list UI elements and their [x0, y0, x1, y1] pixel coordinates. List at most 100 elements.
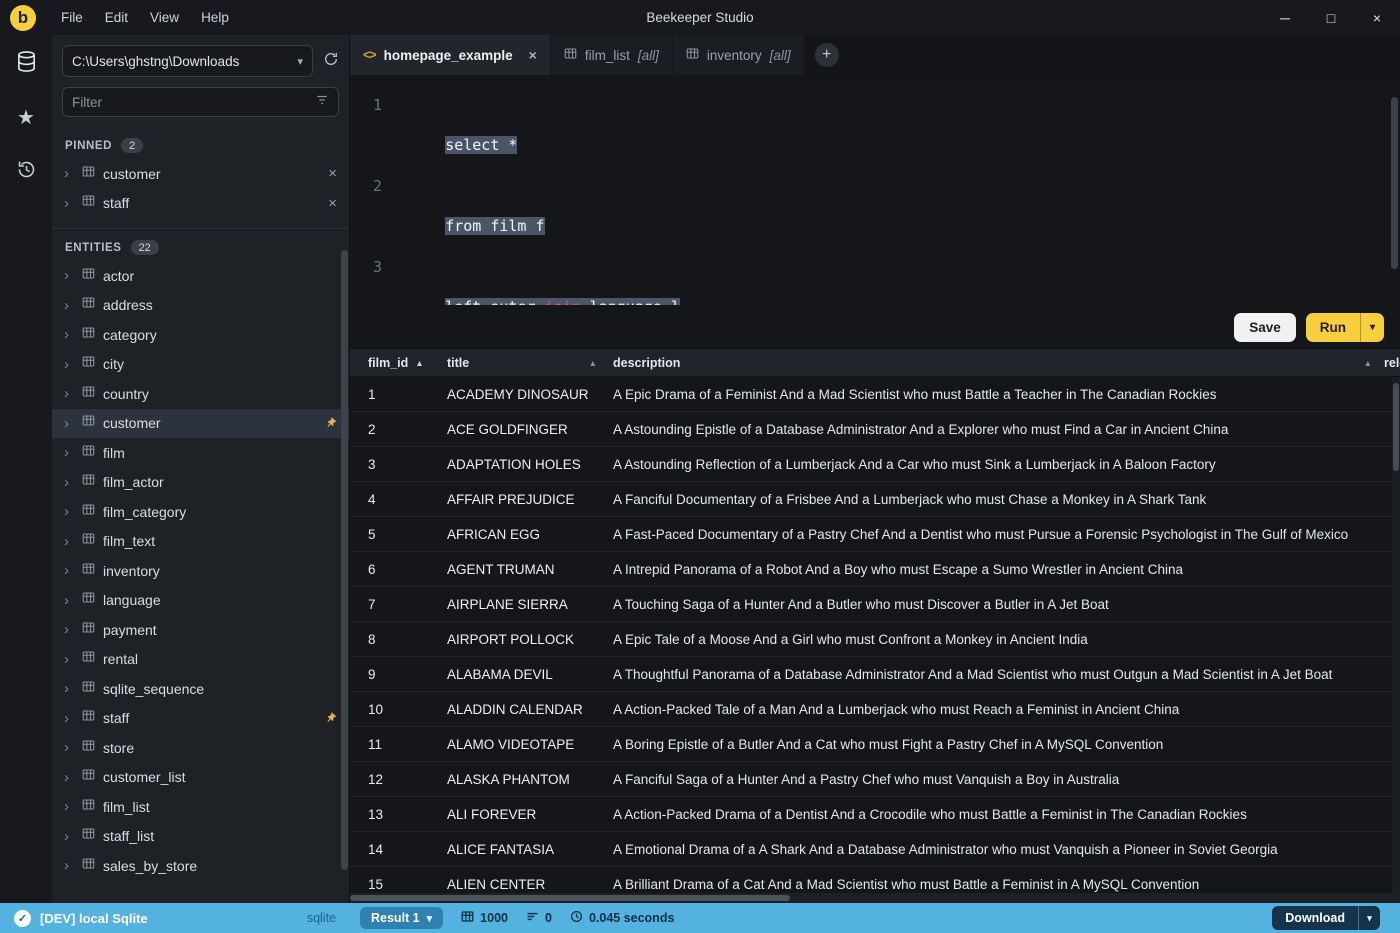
sidebar-item-city[interactable]: › city	[52, 350, 349, 380]
cell-description[interactable]: A Action-Packed Tale of a Man And a Lumb…	[613, 702, 1400, 717]
new-tab-button[interactable]: +	[814, 43, 839, 67]
cell-film-id[interactable]: 11	[350, 737, 447, 752]
sidebar-item-film_text[interactable]: › film_text	[52, 527, 349, 557]
connection-status[interactable]: ✓ [DEV] local Sqlite sqlite	[0, 903, 350, 933]
cell-title[interactable]: AGENT TRUMAN	[447, 562, 613, 577]
pinned-item-staff[interactable]: › staff ×	[52, 189, 349, 219]
table-filter-input[interactable]	[72, 94, 309, 110]
chevron-right-icon[interactable]: ›	[64, 166, 74, 181]
chevron-right-icon[interactable]: ›	[64, 386, 74, 401]
download-label[interactable]: Download	[1272, 906, 1358, 930]
table-row-8[interactable]: 8 AIRPORT POLLOCK A Epic Tale of a Moose…	[350, 622, 1400, 657]
cell-title[interactable]: ALABAMA DEVIL	[447, 667, 613, 682]
sidebar-item-staff[interactable]: › staff	[52, 704, 349, 734]
cell-film-id[interactable]: 9	[350, 667, 447, 682]
chevron-right-icon[interactable]: ›	[64, 858, 74, 873]
sidebar-item-actor[interactable]: › actor	[52, 261, 349, 291]
sidebar-item-sqlite_sequence[interactable]: › sqlite_sequence	[52, 674, 349, 704]
chevron-right-icon[interactable]: ›	[64, 711, 74, 726]
chevron-right-icon[interactable]: ›	[64, 416, 74, 431]
tab-inventory[interactable]: inventory [all]	[672, 35, 804, 75]
cell-title[interactable]: ALI FOREVER	[447, 807, 613, 822]
table-row-11[interactable]: 11 ALAMO VIDEOTAPE A Boring Epistle of a…	[350, 727, 1400, 762]
cell-title[interactable]: AIRPORT POLLOCK	[447, 632, 613, 647]
sidebar-item-country[interactable]: › country	[52, 379, 349, 409]
cell-title[interactable]: AFRICAN EGG	[447, 527, 613, 542]
menu-view[interactable]: View	[141, 6, 188, 29]
chevron-right-icon[interactable]: ›	[64, 475, 74, 490]
sql-editor[interactable]: 1 select * 2 from film f 3 left outer jo…	[350, 75, 1400, 305]
tab-homepage_example[interactable]: <> homepage_example ×	[350, 35, 550, 75]
unpin-icon[interactable]: ×	[328, 195, 337, 212]
close-window-button[interactable]: ×	[1354, 0, 1400, 35]
result-tab-selector[interactable]: Result 1 ▾	[360, 907, 444, 929]
cell-description[interactable]: A Boring Epistle of a Butler And a Cat w…	[613, 737, 1400, 752]
results-vertical-scrollbar[interactable]	[1392, 377, 1400, 893]
cell-title[interactable]: ACADEMY DINOSAUR	[447, 387, 613, 402]
sidebar-item-film_actor[interactable]: › film_actor	[52, 468, 349, 498]
column-header-film-id[interactable]: film_id ▲	[350, 356, 447, 370]
download-button[interactable]: Download ▾	[1272, 906, 1380, 930]
cell-description[interactable]: A Brilliant Drama of a Cat And a Mad Sci…	[613, 877, 1400, 892]
menu-help[interactable]: Help	[192, 6, 238, 29]
table-row-4[interactable]: 4 AFFAIR PREJUDICE A Fanciful Documentar…	[350, 482, 1400, 517]
cell-title[interactable]: AFFAIR PREJUDICE	[447, 492, 613, 507]
chevron-right-icon[interactable]: ›	[64, 622, 74, 637]
history-button[interactable]	[13, 159, 39, 185]
cell-description[interactable]: A Fanciful Documentary of a Frisbee And …	[613, 492, 1400, 507]
sidebar-item-language[interactable]: › language	[52, 586, 349, 616]
sidebar-item-sales_by_store[interactable]: › sales_by_store	[52, 851, 349, 881]
refresh-button[interactable]	[323, 51, 339, 72]
chevron-right-icon[interactable]: ›	[64, 593, 74, 608]
table-row-15[interactable]: 15 ALIEN CENTER A Brilliant Drama of a C…	[350, 867, 1400, 893]
table-row-2[interactable]: 2 ACE GOLDFINGER A Astounding Epistle of…	[350, 412, 1400, 447]
chevron-right-icon[interactable]: ›	[64, 829, 74, 844]
cell-description[interactable]: A Fanciful Saga of a Hunter And a Pastry…	[613, 772, 1400, 787]
cell-film-id[interactable]: 8	[350, 632, 447, 647]
sidebar-item-customer_list[interactable]: › customer_list	[52, 763, 349, 793]
run-label[interactable]: Run	[1306, 313, 1360, 342]
column-header-description[interactable]: description ▲	[613, 356, 1384, 370]
cell-title[interactable]: ALAMO VIDEOTAPE	[447, 737, 613, 752]
sidebar-item-staff_list[interactable]: › staff_list	[52, 822, 349, 852]
results-horizontal-scrollbar[interactable]	[350, 893, 1400, 903]
cell-title[interactable]: ALICE FANTASIA	[447, 842, 613, 857]
tab-film_list[interactable]: film_list [all]	[550, 35, 672, 75]
sort-icon[interactable]: ▲	[589, 358, 597, 368]
cell-description[interactable]: A Touching Saga of a Hunter And a Butler…	[613, 597, 1400, 612]
table-row-13[interactable]: 13 ALI FOREVER A Action-Packed Drama of …	[350, 797, 1400, 832]
sidebar-item-address[interactable]: › address	[52, 291, 349, 321]
menu-edit[interactable]: Edit	[96, 6, 137, 29]
table-row-1[interactable]: 1 ACADEMY DINOSAUR A Epic Drama of a Fem…	[350, 377, 1400, 412]
sort-asc-icon[interactable]: ▲	[415, 358, 423, 368]
cell-title[interactable]: ADAPTATION HOLES	[447, 457, 613, 472]
close-tab-icon[interactable]: ×	[529, 47, 537, 63]
cell-film-id[interactable]: 1	[350, 387, 447, 402]
cell-film-id[interactable]: 13	[350, 807, 447, 822]
table-row-14[interactable]: 14 ALICE FANTASIA A Emotional Drama of a…	[350, 832, 1400, 867]
save-button[interactable]: Save	[1234, 312, 1296, 342]
cell-description[interactable]: A Astounding Epistle of a Database Admin…	[613, 422, 1400, 437]
table-row-3[interactable]: 3 ADAPTATION HOLES A Astounding Reflecti…	[350, 447, 1400, 482]
cell-film-id[interactable]: 2	[350, 422, 447, 437]
sidebar-item-inventory[interactable]: › inventory	[52, 556, 349, 586]
cell-film-id[interactable]: 12	[350, 772, 447, 787]
chevron-right-icon[interactable]: ›	[64, 445, 74, 460]
cell-title[interactable]: ALASKA PHANTOM	[447, 772, 613, 787]
cell-description[interactable]: A Action-Packed Drama of a Dentist And a…	[613, 807, 1400, 822]
cell-description[interactable]: A Epic Drama of a Feminist And a Mad Sci…	[613, 387, 1400, 402]
sidebar-scrollbar[interactable]	[341, 250, 348, 870]
chevron-right-icon[interactable]: ›	[64, 504, 74, 519]
sort-icon[interactable]: ▲	[1364, 358, 1372, 368]
chevron-right-icon[interactable]: ›	[64, 799, 74, 814]
cell-film-id[interactable]: 14	[350, 842, 447, 857]
table-row-7[interactable]: 7 AIRPLANE SIERRA A Touching Saga of a H…	[350, 587, 1400, 622]
cell-film-id[interactable]: 4	[350, 492, 447, 507]
sidebar-item-payment[interactable]: › payment	[52, 615, 349, 645]
editor-scrollbar[interactable]	[1391, 97, 1398, 269]
scrollbar-thumb[interactable]	[1393, 383, 1399, 471]
pinned-item-customer[interactable]: › customer ×	[52, 159, 349, 189]
chevron-right-icon[interactable]: ›	[64, 770, 74, 785]
chevron-right-icon[interactable]: ›	[64, 563, 74, 578]
sidebar-item-customer[interactable]: › customer	[52, 408, 349, 438]
